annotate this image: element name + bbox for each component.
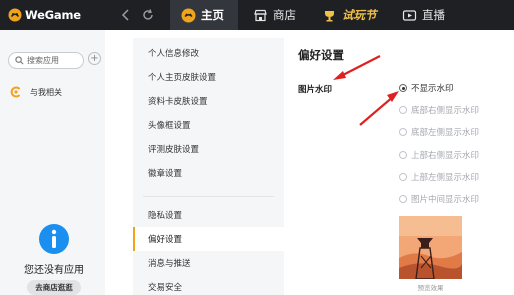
tab-home-label: 主页 — [201, 8, 224, 22]
add-app-button[interactable]: + — [88, 52, 101, 65]
store-icon — [254, 9, 267, 21]
watermark-option-top-left[interactable]: 上部左侧显示水印 — [399, 171, 479, 183]
content-gutter — [105, 30, 133, 295]
menu-item-label: 隐私设置 — [148, 211, 183, 221]
live-icon — [402, 9, 417, 21]
wegame-window: WeGame 主页 商店 试玩节 直播 搜索应用 + 与我相关 您还没有应用 去… — [0, 0, 514, 295]
menu-item-privacy[interactable]: 隐私设置 — [133, 203, 284, 227]
tab-live[interactable]: 直播 — [402, 0, 445, 30]
menu-item-label: 偏好设置 — [148, 235, 183, 245]
menu-item-trade-security[interactable]: 交易安全 — [133, 275, 284, 295]
option-label: 不显示水印 — [411, 84, 454, 94]
menu-item-notifications[interactable]: 消息与推送 — [133, 251, 284, 275]
menu-item-avatar-frame[interactable]: 头像框设置 — [133, 113, 284, 137]
library-sidebar: 搜索应用 + 与我相关 您还没有应用 去商店逛逛 — [0, 30, 105, 295]
menu-divider — [143, 196, 274, 197]
option-label: 底部左侧显示水印 — [411, 128, 480, 138]
settings-menu: 个人信息修改 个人主页皮肤设置 资料卡皮肤设置 头像框设置 评测皮肤设置 徽章设… — [133, 38, 284, 295]
radio-button[interactable] — [399, 106, 407, 114]
watermark-option-none[interactable]: 不显示水印 — [399, 82, 454, 94]
option-label: 图片中间显示水印 — [411, 195, 480, 205]
menu-item-homepage-skin[interactable]: 个人主页皮肤设置 — [133, 65, 284, 89]
search-icon — [15, 56, 24, 65]
radio-button[interactable] — [399, 173, 407, 181]
menu-item-label: 个人信息修改 — [148, 49, 200, 59]
top-bar: WeGame 主页 商店 试玩节 直播 — [0, 0, 514, 30]
home-icon — [181, 8, 196, 22]
radio-button[interactable] — [399, 195, 407, 203]
radio-button[interactable] — [399, 151, 407, 159]
tab-trial-festival-label: 试玩节 — [342, 8, 377, 22]
tab-home[interactable]: 主页 — [181, 0, 224, 30]
tab-trial-festival[interactable]: 试玩节 — [322, 0, 377, 30]
trial-festival-icon — [325, 10, 334, 21]
option-label: 上部右侧显示水印 — [411, 151, 480, 161]
page-title: 偏好设置 — [298, 48, 344, 62]
menu-item-label: 评测皮肤设置 — [148, 145, 200, 155]
go-to-store-button[interactable]: 去商店逛逛 — [27, 280, 81, 295]
info-icon — [39, 224, 69, 254]
app-name: WeGame — [25, 8, 81, 22]
menu-item-card-skin[interactable]: 资料卡皮肤设置 — [133, 89, 284, 113]
watermark-preview-image — [399, 216, 462, 279]
menu-item-review-skin[interactable]: 评测皮肤设置 — [133, 137, 284, 161]
related-icon — [10, 86, 21, 98]
option-label: 底部右侧显示水印 — [411, 106, 480, 116]
tab-store-label: 商店 — [273, 8, 296, 22]
watermark-option-top-right[interactable]: 上部右侧显示水印 — [399, 149, 479, 161]
search-placeholder: 搜索应用 — [27, 56, 59, 65]
watermark-option-bottom-right[interactable]: 底部右侧显示水印 — [399, 104, 479, 116]
radio-button[interactable] — [399, 84, 407, 92]
watermark-option-bottom-left[interactable]: 底部左侧显示水印 — [399, 126, 479, 138]
menu-item-label: 头像框设置 — [148, 121, 191, 131]
radio-button[interactable] — [399, 128, 407, 136]
tab-live-label: 直播 — [422, 8, 445, 22]
preferences-panel: 偏好设置 图片水印 不显示水印 底部右侧显示水印 底部左侧显示水印 上部右侧显示… — [284, 30, 514, 295]
menu-item-label: 资料卡皮肤设置 — [148, 97, 208, 107]
menu-item-badge[interactable]: 徽章设置 — [133, 161, 284, 185]
refresh-icon[interactable] — [140, 7, 156, 23]
menu-item-label: 个人主页皮肤设置 — [148, 73, 217, 83]
empty-library-text: 您还没有应用 — [24, 265, 84, 276]
search-input[interactable]: 搜索应用 — [8, 52, 84, 69]
preview-caption: 预览效果 — [417, 284, 444, 292]
wegame-logo-icon — [8, 8, 22, 22]
option-label: 上部左侧显示水印 — [411, 173, 480, 183]
watermark-field-label: 图片水印 — [298, 85, 333, 95]
sidebar-item-related-label: 与我相关 — [30, 87, 62, 97]
back-icon[interactable] — [118, 7, 134, 23]
watermark-option-center[interactable]: 图片中间显示水印 — [399, 193, 479, 205]
app-logo[interactable]: WeGame — [8, 7, 81, 23]
menu-item-label: 交易安全 — [148, 283, 183, 293]
menu-item-preferences[interactable]: 偏好设置 — [133, 227, 284, 251]
menu-item-profile-edit[interactable]: 个人信息修改 — [133, 41, 284, 65]
tab-store[interactable]: 商店 — [253, 0, 296, 30]
menu-item-label: 徽章设置 — [148, 169, 183, 179]
sidebar-item-related[interactable]: 与我相关 — [10, 86, 62, 98]
menu-item-label: 消息与推送 — [148, 259, 191, 269]
